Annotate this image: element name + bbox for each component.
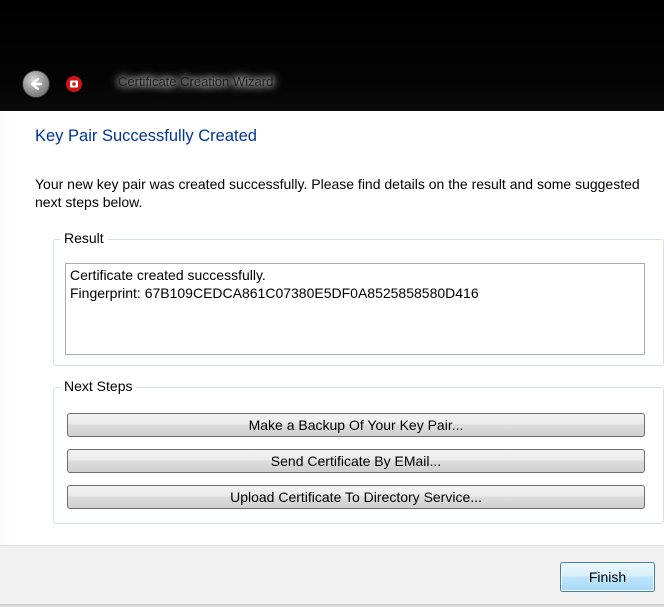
back-arrow-icon bbox=[30, 77, 43, 91]
wizard-footer: Finish bbox=[0, 545, 664, 607]
certificate-app-icon bbox=[66, 76, 82, 92]
page-description: Your new key pair was created successful… bbox=[35, 176, 640, 210]
finish-button[interactable]: Finish bbox=[560, 562, 655, 592]
result-status-line: Certificate created successfully. bbox=[70, 267, 266, 283]
next-steps-group-legend: Next Steps bbox=[60, 378, 137, 394]
wizard-window: Certificate Creation Wizard Key Pair Suc… bbox=[0, 0, 664, 607]
window-title: Certificate Creation Wizard bbox=[118, 74, 274, 89]
back-button[interactable] bbox=[22, 70, 50, 98]
title-bar: Certificate Creation Wizard bbox=[0, 0, 664, 111]
page-heading: Key Pair Successfully Created bbox=[35, 127, 257, 145]
wizard-content: Key Pair Successfully Created Your new k… bbox=[14, 111, 664, 545]
send-certificate-email-button[interactable]: Send Certificate By EMail... bbox=[67, 449, 645, 473]
upload-certificate-directory-button[interactable]: Upload Certificate To Directory Service.… bbox=[67, 485, 645, 509]
result-group: Result Certificate created successfully.… bbox=[53, 230, 664, 366]
next-steps-group: Next Steps Make a Backup Of Your Key Pai… bbox=[53, 378, 664, 524]
result-group-legend: Result bbox=[60, 230, 108, 246]
window-left-edge bbox=[0, 111, 14, 607]
result-fingerprint-line: Fingerprint: 67B109CEDCA861C07380E5DF0A8… bbox=[70, 285, 479, 301]
result-text-area[interactable]: Certificate created successfully. Finger… bbox=[65, 263, 645, 355]
backup-key-pair-button[interactable]: Make a Backup Of Your Key Pair... bbox=[67, 413, 645, 437]
